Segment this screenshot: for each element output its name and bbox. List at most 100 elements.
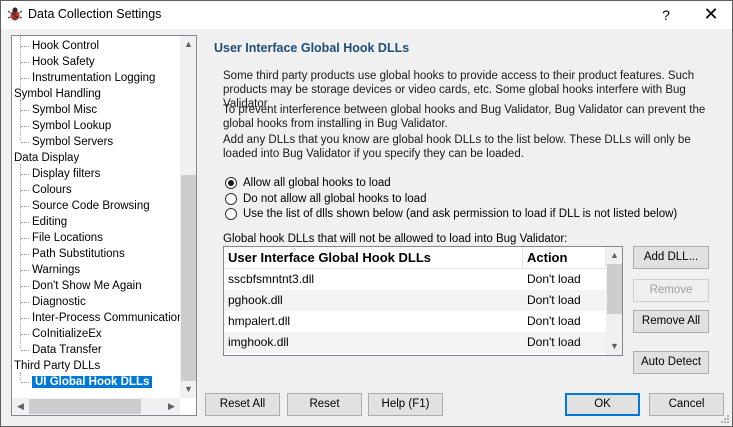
tree-connector [21,238,29,239]
reset-button[interactable]: Reset [287,393,362,416]
tree-vertical-scrollbar[interactable]: ▲ ▼ [180,36,196,398]
tree-item[interactable]: Symbol Lookup [32,118,111,134]
table-row[interactable]: imghook.dll Don't load [224,332,606,353]
tree-connector [21,142,29,143]
tree-item[interactable]: Path Substitutions [32,246,125,262]
tree-item-label: Diagnostic [32,296,86,308]
radio-label: Do not allow all global hooks to load [243,192,427,205]
prevention-text: To prevent interference between global h… [223,104,706,130]
table-row[interactable]: pghook.dll Don't load [224,290,606,311]
tree-item[interactable]: Hook Safety [32,54,95,70]
tree-connector [21,382,29,383]
ok-button[interactable]: OK [565,393,640,416]
tree-item-label: Third Party DLLs [14,360,101,372]
tree-item[interactable]: Symbol Servers [32,134,113,150]
tree-item[interactable]: File Locations [32,230,103,246]
tree-item[interactable]: CoInitializeEx [32,326,102,342]
column-header-dll[interactable]: User Interface Global Hook DLLs [224,247,522,269]
radio-use-list[interactable]: Use the list of dlls shown below (and as… [225,206,677,221]
scroll-down-arrow-icon[interactable]: ▼ [180,381,196,398]
tree-hscroll-thumb[interactable] [29,399,141,414]
tree-item[interactable]: Colours [32,182,72,198]
tree-connector [21,302,29,303]
tree-item[interactable]: Inter-Process Communication [32,310,183,326]
tree-item[interactable]: Hook Control [32,38,99,54]
cancel-button[interactable]: Cancel [649,393,724,416]
list-scroll-thumb[interactable] [607,264,622,314]
tree-item-label: Symbol Handling [14,88,101,100]
remove-all-button[interactable]: Remove All [633,310,709,333]
tree-item[interactable]: Instrumentation Logging [32,70,155,86]
dll-name-cell: hmpalert.dll [228,314,291,328]
tree-item-label: Data Transfer [32,344,102,356]
tree-connector [21,126,29,127]
list-vertical-scrollbar[interactable]: ▲ ▼ [606,247,622,355]
settings-tree[interactable]: Hook Control Hook Safety Instrumentation L… [11,35,197,416]
tree-item-label: Colours [32,184,72,196]
action-cell: Don't load [527,293,581,307]
tree-connector [20,100,21,140]
action-cell: Don't load [527,335,581,349]
radio-label: Allow all global hooks to load [243,176,391,189]
tree-connector [21,174,29,175]
tree-connector [21,350,29,351]
tree-item[interactable]: Third Party DLLs [14,358,100,374]
scroll-left-arrow-icon[interactable]: ◀ [12,398,29,415]
help-button[interactable]: Help (F1) [368,393,443,416]
window-title: Data Collection Settings [28,7,162,21]
action-cell: Don't load [527,314,581,328]
title-bar: Data Collection Settings ? ✕ [1,1,732,29]
list-header: User Interface Global Hook DLLs Action [224,247,606,269]
dll-list[interactable]: User Interface Global Hook DLLs Action s… [223,246,623,356]
tree-horizontal-scrollbar[interactable]: ◀ ▶ [12,398,180,415]
tree-connector [21,206,29,207]
tree-connector [20,164,21,348]
dll-name-cell: pghook.dll [228,293,283,307]
tree-connector [21,270,29,271]
radio-button-icon[interactable] [225,176,237,189]
tree-item-label: CoInitializeEx [32,328,102,340]
radio-button-icon[interactable] [225,192,237,205]
tree-connector [21,62,29,63]
tree-item[interactable]: Symbol Handling [14,86,101,102]
table-row[interactable]: sscbfsmntnt3.dll Don't load [224,269,606,290]
instructions-text: Add any DLLs that you know are global ho… [223,134,691,160]
tree-item[interactable]: Data Display [14,150,79,166]
tree-item[interactable]: Source Code Browsing [32,198,150,214]
tree-item[interactable]: UI Global Hook DLLs [32,374,153,390]
radio-button-icon[interactable] [225,207,237,220]
close-button[interactable]: ✕ [689,1,733,29]
scroll-right-arrow-icon[interactable]: ▶ [163,398,180,415]
remove-button[interactable]: Remove [633,279,709,302]
radio-label: Use the list of dlls shown below (and as… [243,207,678,220]
table-row[interactable]: hmpalert.dll Don't load [224,311,606,332]
tree-item[interactable]: Warnings [32,262,80,278]
help-title-button[interactable]: ? [646,1,686,29]
tree-item[interactable]: Editing [32,214,67,230]
scroll-up-arrow-icon[interactable]: ▲ [180,36,196,53]
tree-item-label: Display filters [32,168,101,180]
tree-connector [21,318,29,319]
auto-detect-button[interactable]: Auto Detect [633,351,709,374]
radio-allow-all[interactable]: Allow all global hooks to load [225,175,391,190]
dll-list-label: Global hook DLLs that will not be allowe… [223,233,568,245]
reset-all-button[interactable]: Reset All [205,393,280,416]
tree-item[interactable]: Symbol Misc [32,102,97,118]
column-header-action[interactable]: Action [523,247,606,269]
scroll-down-arrow-icon[interactable]: ▼ [606,338,622,355]
scroll-up-arrow-icon[interactable]: ▲ [606,247,622,264]
tree-scroll-thumb[interactable] [181,175,196,381]
tree-item-label: Path Substitutions [32,248,125,260]
dll-name-cell: sscbfsmntnt3.dll [228,272,315,286]
tree-item[interactable]: Display filters [32,166,100,182]
resize-grip-icon[interactable] [719,413,729,423]
radio-disallow-all[interactable]: Do not allow all global hooks to load [225,191,426,206]
tree-connector [21,222,29,223]
tree-item[interactable]: Don't Show Me Again [32,278,142,294]
tree-item[interactable]: Data Transfer [32,342,102,358]
tree-item-label: Don't Show Me Again [32,280,142,292]
add-dll-button[interactable]: Add DLL... [633,246,709,269]
tree-connector [21,46,29,47]
tree-item[interactable]: Diagnostic [32,294,86,310]
bug-app-icon [7,7,23,21]
